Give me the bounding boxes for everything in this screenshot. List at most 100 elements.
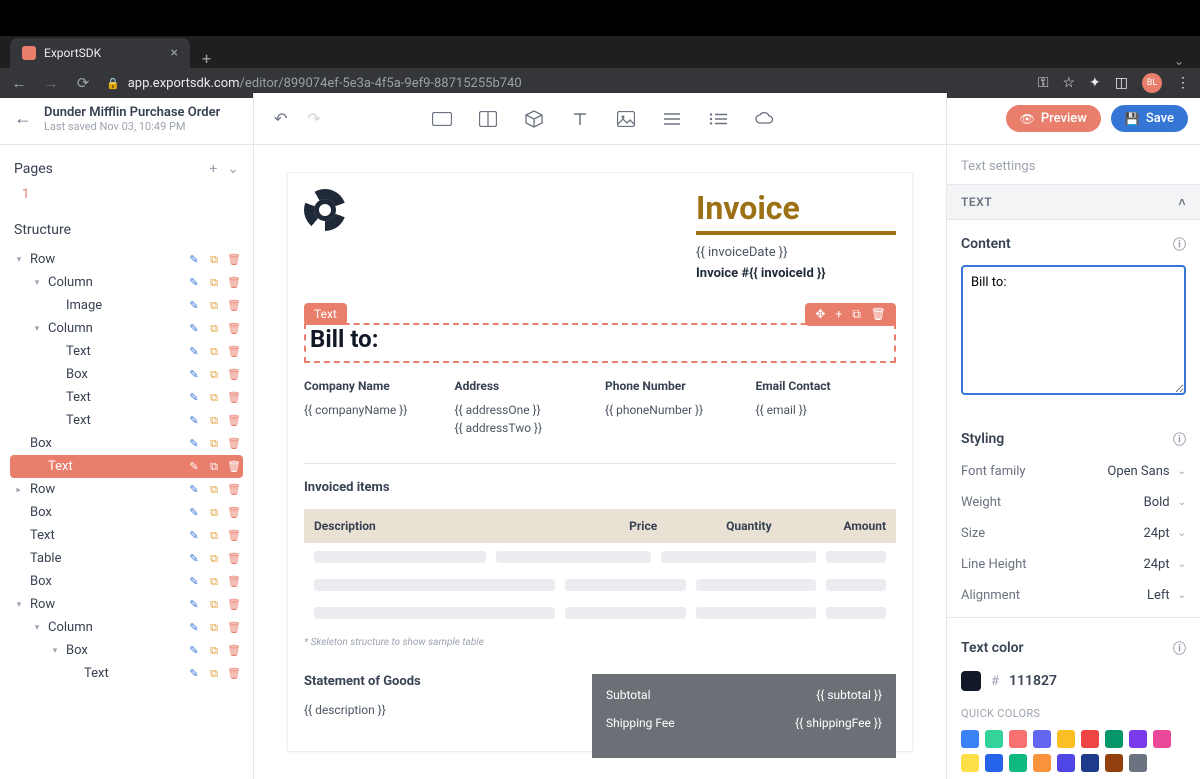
tab-close-icon[interactable]: ×: [171, 45, 178, 61]
color-swatch[interactable]: [1057, 730, 1075, 748]
edit-icon[interactable]: ✎: [187, 575, 201, 589]
info-icon[interactable]: ⓘ: [1173, 234, 1186, 253]
tree-node-box[interactable]: Box✎⧉🗑: [10, 501, 243, 524]
tree-node-table[interactable]: Table✎⧉🗑: [10, 547, 243, 570]
color-swatch[interactable]: [1081, 730, 1099, 748]
delete-icon[interactable]: 🗑: [227, 299, 241, 313]
delete-icon[interactable]: 🗑: [227, 598, 241, 612]
tree-node-text[interactable]: Text✎⧉🗑: [10, 409, 243, 432]
edit-icon[interactable]: ✎: [187, 437, 201, 451]
edit-icon[interactable]: ✎: [187, 391, 201, 405]
color-swatch[interactable]: [1081, 754, 1099, 772]
copy-icon[interactable]: ⧉: [207, 437, 221, 451]
color-swatch[interactable]: [1033, 730, 1051, 748]
profile-avatar[interactable]: BL: [1142, 73, 1162, 93]
undo-icon[interactable]: ↶: [274, 109, 287, 128]
color-swatch[interactable]: [1153, 730, 1171, 748]
edit-icon[interactable]: ✎: [187, 253, 201, 267]
tree-node-image[interactable]: Image✎⧉🗑: [10, 294, 243, 317]
tree-toggle-icon[interactable]: ▾: [32, 278, 42, 288]
color-swatch[interactable]: [1009, 730, 1027, 748]
delete-icon[interactable]: 🗑: [227, 276, 241, 290]
copy-icon[interactable]: ⧉: [207, 391, 221, 405]
section-text[interactable]: TEXT ˄: [947, 184, 1200, 220]
edit-icon[interactable]: ✎: [187, 368, 201, 382]
copy-icon[interactable]: ⧉: [207, 552, 221, 566]
tree-node-text[interactable]: Text✎⧉🗑: [10, 524, 243, 547]
copy-icon[interactable]: ⧉: [207, 276, 221, 290]
tool-text-icon[interactable]: [570, 109, 590, 129]
back-arrow-icon[interactable]: ←: [14, 108, 32, 129]
selection-add-icon[interactable]: +: [835, 307, 842, 322]
delete-icon[interactable]: 🗑: [227, 391, 241, 405]
copy-icon[interactable]: ⧉: [207, 299, 221, 313]
tree-node-box[interactable]: Box✎⧉🗑: [10, 363, 243, 386]
copy-icon[interactable]: ⧉: [207, 253, 221, 267]
tree-node-text[interactable]: Text✎⧉🗑: [10, 662, 243, 685]
new-tab-button[interactable]: +: [202, 49, 211, 68]
edit-icon[interactable]: ✎: [187, 483, 201, 497]
edit-icon[interactable]: ✎: [187, 552, 201, 566]
tree-node-row[interactable]: ▾Row✎⧉🗑: [10, 593, 243, 616]
tree-node-box[interactable]: ▾Box✎⧉🗑: [10, 639, 243, 662]
extensions-icon[interactable]: ✦: [1089, 75, 1101, 91]
delete-icon[interactable]: 🗑: [227, 667, 241, 681]
edit-icon[interactable]: ✎: [187, 621, 201, 635]
delete-icon[interactable]: 🗑: [227, 322, 241, 336]
tree-node-text[interactable]: Text✎⧉🗑: [10, 340, 243, 363]
add-page-icon[interactable]: +: [209, 161, 217, 177]
weight-select[interactable]: Bold⌄: [1144, 495, 1186, 510]
color-swatch[interactable]: [1009, 754, 1027, 772]
size-select[interactable]: 24pt⌄: [1143, 526, 1186, 541]
copy-icon[interactable]: ⧉: [207, 345, 221, 359]
tree-toggle-icon[interactable]: ▾: [14, 485, 24, 495]
color-swatch[interactable]: [985, 754, 1003, 772]
page-canvas[interactable]: Invoice {{ invoiceDate }} Invoice #{{ in…: [288, 173, 912, 751]
alignment-select[interactable]: Left⌄: [1147, 588, 1186, 603]
tree-toggle-icon[interactable]: ▾: [14, 600, 24, 610]
color-swatch[interactable]: [1105, 730, 1123, 748]
copy-icon[interactable]: ⧉: [207, 644, 221, 658]
copy-icon[interactable]: ⧉: [207, 598, 221, 612]
tool-image-icon[interactable]: [616, 109, 636, 129]
tool-rectangle-icon[interactable]: [432, 109, 452, 129]
copy-icon[interactable]: ⧉: [207, 667, 221, 681]
delete-icon[interactable]: 🗑: [227, 460, 241, 474]
hex-value[interactable]: 111827: [1009, 673, 1057, 689]
tree-node-box[interactable]: Box✎⧉🗑: [10, 570, 243, 593]
canvas[interactable]: Invoice {{ invoiceDate }} Invoice #{{ in…: [254, 145, 946, 779]
color-swatch[interactable]: [1057, 754, 1075, 772]
tree-node-row[interactable]: ▾Row✎⧉🗑: [10, 478, 243, 501]
edit-icon[interactable]: ✎: [187, 598, 201, 612]
line-height-select[interactable]: 24pt⌄: [1143, 557, 1186, 572]
selection-copy-icon[interactable]: ⧉: [852, 307, 861, 322]
edit-icon[interactable]: ✎: [187, 322, 201, 336]
delete-icon[interactable]: 🗑: [227, 437, 241, 451]
tree-toggle-icon[interactable]: ▾: [14, 255, 24, 265]
delete-icon[interactable]: 🗑: [227, 575, 241, 589]
tool-menu-icon[interactable]: [662, 109, 682, 129]
tree-toggle-icon[interactable]: ▾: [32, 623, 42, 633]
color-swatch[interactable]: [961, 754, 979, 772]
edit-icon[interactable]: ✎: [187, 345, 201, 359]
copy-icon[interactable]: ⧉: [207, 483, 221, 497]
pages-chevron-icon[interactable]: ⌄: [227, 161, 239, 177]
content-input[interactable]: [961, 265, 1186, 395]
edit-icon[interactable]: ✎: [187, 644, 201, 658]
info-icon[interactable]: ⓘ: [1173, 638, 1186, 657]
delete-icon[interactable]: 🗑: [227, 644, 241, 658]
delete-icon[interactable]: 🗑: [227, 345, 241, 359]
copy-icon[interactable]: ⧉: [207, 529, 221, 543]
delete-icon[interactable]: 🗑: [227, 414, 241, 428]
page-item[interactable]: 1: [22, 187, 231, 202]
color-swatch[interactable]: [1105, 754, 1123, 772]
current-color-swatch[interactable]: [961, 671, 981, 691]
color-swatch[interactable]: [961, 730, 979, 748]
copy-icon[interactable]: ⧉: [207, 368, 221, 382]
edit-icon[interactable]: ✎: [187, 460, 201, 474]
tree-node-box[interactable]: Box✎⧉🗑: [10, 432, 243, 455]
color-swatch[interactable]: [1033, 754, 1051, 772]
tool-list-icon[interactable]: [708, 109, 728, 129]
preview-button[interactable]: 👁Preview: [1006, 105, 1101, 132]
tool-cube-icon[interactable]: [524, 109, 544, 129]
